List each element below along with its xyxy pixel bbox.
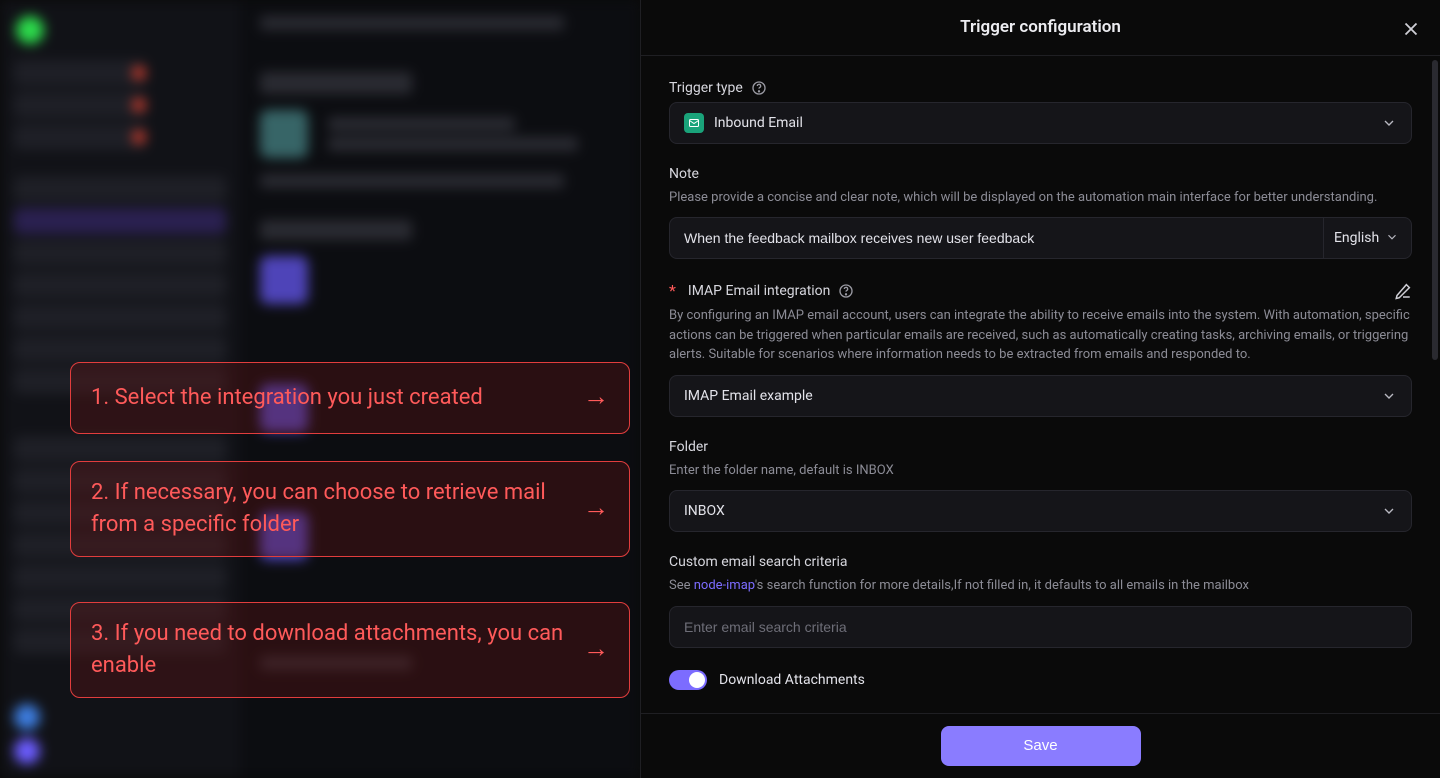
chevron-down-icon	[1381, 115, 1397, 131]
arrow-right-icon: →	[583, 631, 609, 669]
drawer-footer: Save	[641, 713, 1440, 778]
annotation-1-text: 1. Select the integration you just creat…	[91, 382, 483, 414]
note-desc: Please provide a concise and clear note,…	[669, 188, 1412, 208]
imap-integration-select[interactable]: IMAP Email example	[669, 375, 1412, 417]
save-button[interactable]: Save	[941, 726, 1141, 766]
close-button[interactable]	[1400, 18, 1422, 40]
criteria-label: Custom email search criteria	[669, 554, 847, 570]
note-language-value: English	[1334, 230, 1379, 246]
annotation-2-text: 2. If necessary, you can choose to retri…	[91, 477, 571, 541]
field-folder: Folder Enter the folder name, default is…	[669, 439, 1412, 533]
chevron-down-icon	[1381, 503, 1397, 519]
imap-desc: By configuring an IMAP email account, us…	[669, 306, 1412, 365]
note-language-select[interactable]: English	[1324, 217, 1412, 259]
annotation-3-text: 3. If you need to download attachments, …	[91, 618, 571, 682]
trigger-type-value: Inbound Email	[714, 115, 803, 131]
annotation-2: 2. If necessary, you can choose to retri…	[70, 461, 630, 557]
chevron-down-icon	[1385, 230, 1401, 246]
field-search-criteria: Custom email search criteria See node-im…	[669, 554, 1412, 648]
note-input[interactable]	[684, 230, 1309, 246]
download-attachments-label: Download Attachments	[719, 672, 865, 688]
pencil-icon	[1394, 282, 1412, 300]
criteria-input-wrapper	[669, 606, 1412, 648]
field-download-attachments: Download Attachments	[669, 670, 1412, 690]
folder-label: Folder	[669, 439, 708, 455]
email-icon	[684, 113, 704, 133]
imap-label: IMAP Email integration	[688, 283, 831, 299]
drawer-body[interactable]: Trigger type Inbound Email Note Please p	[641, 56, 1440, 713]
annotation-1: 1. Select the integration you just creat…	[70, 362, 630, 434]
arrow-right-icon: →	[583, 490, 609, 528]
note-label: Note	[669, 166, 699, 182]
criteria-input[interactable]	[684, 619, 1397, 635]
close-icon	[1400, 18, 1422, 40]
help-icon[interactable]	[838, 283, 854, 299]
edit-button[interactable]	[1394, 282, 1412, 300]
node-imap-link[interactable]: node-imap	[694, 578, 755, 593]
folder-value: INBOX	[684, 503, 725, 519]
field-note: Note Please provide a concise and clear …	[669, 166, 1412, 260]
trigger-config-drawer: Trigger configuration Trigger type Inbou…	[640, 0, 1440, 778]
trigger-type-label: Trigger type	[669, 80, 743, 96]
note-input-wrapper	[669, 217, 1324, 259]
required-indicator: *	[669, 281, 676, 300]
folder-desc: Enter the folder name, default is INBOX	[669, 461, 1412, 481]
criteria-desc: See node-imap's search function for more…	[669, 576, 1412, 596]
scrollbar[interactable]	[1432, 60, 1438, 360]
download-attachments-toggle[interactable]	[669, 670, 707, 690]
arrow-right-icon: →	[583, 379, 609, 417]
imap-integration-value: IMAP Email example	[684, 388, 813, 404]
help-icon[interactable]	[751, 80, 767, 96]
chevron-down-icon	[1381, 388, 1397, 404]
annotation-3: 3. If you need to download attachments, …	[70, 602, 630, 698]
field-trigger-type: Trigger type Inbound Email	[669, 80, 1412, 144]
field-imap-integration: * IMAP Email integration By configuring …	[669, 281, 1412, 417]
folder-select[interactable]: INBOX	[669, 490, 1412, 532]
drawer-title: Trigger configuration	[960, 17, 1121, 37]
drawer-header: Trigger configuration	[641, 0, 1440, 56]
trigger-type-select[interactable]: Inbound Email	[669, 102, 1412, 144]
toggle-knob	[689, 672, 705, 688]
